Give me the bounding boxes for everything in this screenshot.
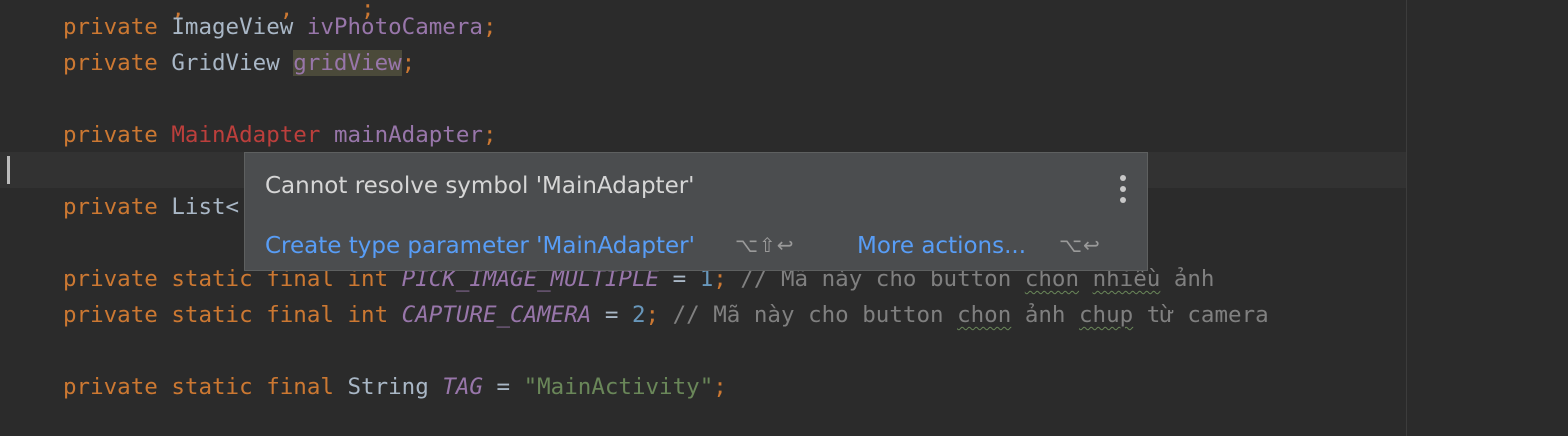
keyword: int	[347, 302, 389, 328]
code-line-tag[interactable]: private static final String TAG = "MainA…	[63, 369, 727, 405]
semicolon: ;	[482, 14, 497, 40]
code-line-ivphotocamera[interactable]: private ImageView ivPhotoCamera;	[63, 9, 497, 45]
field-name: mainAdapter	[333, 122, 483, 148]
keyword: static	[171, 266, 253, 292]
comment-text: từ camera	[1133, 302, 1269, 328]
error-message: Cannot resolve symbol 'MainAdapter'	[265, 173, 695, 199]
keyword: final	[266, 302, 334, 328]
type-name: String	[347, 374, 429, 400]
more-options-icon[interactable]	[1119, 175, 1127, 203]
keyword: static	[171, 374, 253, 400]
semicolon: ;	[713, 374, 727, 400]
text-caret	[7, 156, 10, 184]
more-actions-shortcut: ⌥↩	[1059, 233, 1101, 257]
keyword: private	[63, 122, 158, 148]
keyword: private	[63, 266, 158, 292]
number-literal: 2	[631, 302, 646, 328]
keyword: private	[63, 50, 158, 76]
semicolon: ;	[645, 302, 660, 328]
semicolon: ;	[482, 122, 497, 148]
comment-text: ảnh	[1160, 266, 1215, 292]
comment-text: // Mã này cho button	[672, 302, 958, 328]
field-name-highlighted: gridView	[293, 50, 402, 76]
code-line-gridview[interactable]: private GridView gridView;	[63, 45, 415, 81]
type-name: ImageView	[171, 14, 294, 40]
code-line-list[interactable]: private List<	[63, 189, 239, 225]
keyword: private	[63, 14, 158, 40]
typo-word: chup	[1079, 302, 1134, 328]
keyword: final	[266, 374, 334, 400]
operator: =	[604, 302, 619, 328]
constant-name: CAPTURE_CAMERA	[401, 302, 592, 328]
operator: =	[496, 374, 511, 400]
error-popup: Cannot resolve symbol 'MainAdapter' Crea…	[244, 152, 1148, 271]
string-literal: "MainActivity"	[523, 374, 714, 400]
type-name: List<	[171, 194, 240, 220]
right-margin-guide	[1406, 0, 1407, 436]
keyword: static	[171, 302, 253, 328]
unresolved-type[interactable]: MainAdapter	[171, 122, 320, 148]
create-type-parameter-shortcut: ⌥⇧↩	[735, 233, 795, 257]
field-name: ivPhotoCamera	[306, 14, 483, 40]
code-line-capture-camera[interactable]: private static final int CAPTURE_CAMERA …	[63, 297, 1269, 333]
typo-word: chon	[957, 302, 1012, 328]
type-name: GridView	[171, 50, 280, 76]
keyword: private	[63, 302, 158, 328]
more-actions-link[interactable]: More actions...	[857, 233, 1026, 259]
create-type-parameter-link[interactable]: Create type parameter 'MainAdapter'	[265, 233, 695, 259]
code-line-mainadapter[interactable]: private MainAdapter mainAdapter;	[63, 117, 497, 153]
comment: // Mã này cho button chon ảnh chup từ ca…	[673, 302, 1269, 328]
keyword: private	[63, 374, 158, 400]
keyword: private	[63, 194, 158, 220]
constant-name: TAG	[442, 374, 483, 400]
comment-text: ảnh	[1011, 302, 1080, 328]
semicolon: ;	[401, 50, 416, 76]
